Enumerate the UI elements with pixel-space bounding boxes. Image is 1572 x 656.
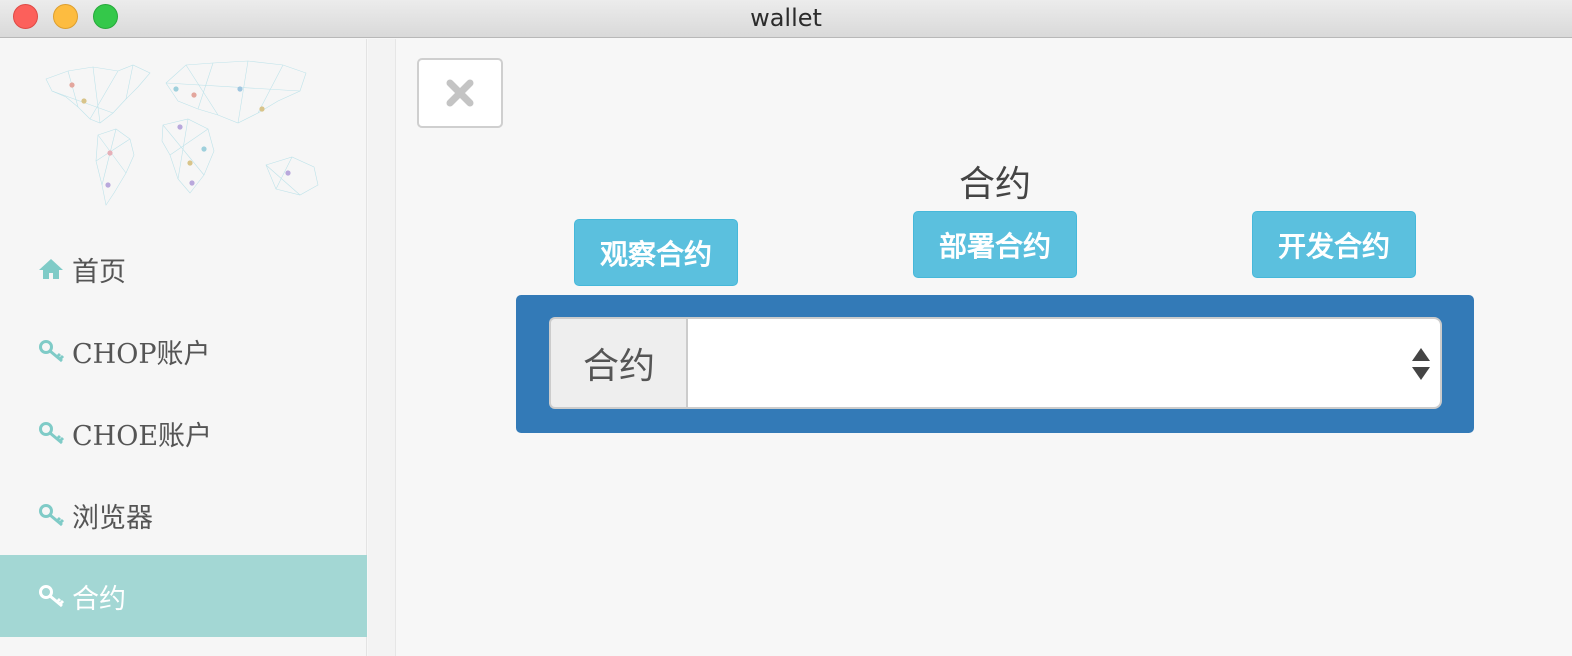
sidebar-divider bbox=[368, 39, 396, 656]
sidebar-item-home[interactable]: 首页 bbox=[0, 228, 367, 310]
close-icon bbox=[446, 79, 474, 107]
sidebar-item-chop-account[interactable]: CHOP账户 bbox=[0, 310, 367, 392]
home-icon bbox=[38, 255, 68, 283]
window-titlebar: wallet bbox=[0, 0, 1572, 38]
sidebar-item-browser[interactable]: 浏览器 bbox=[0, 474, 367, 556]
contract-field-label: 合约 bbox=[549, 317, 687, 409]
develop-contract-button[interactable]: 开发合约 bbox=[1252, 211, 1416, 278]
contract-select-panel: 合约 bbox=[516, 295, 1474, 433]
sidebar: 首页 CHOP账户 CHOE账户 浏览器 合约 bbox=[0, 39, 367, 656]
sidebar-item-label: 合约 bbox=[72, 583, 126, 615]
sidebar-item-choe-account[interactable]: CHOE账户 bbox=[0, 392, 367, 474]
sidebar-item-label: 首页 bbox=[72, 256, 126, 288]
select-updown-icon bbox=[1412, 348, 1430, 380]
sidebar-item-contract[interactable]: 合约 bbox=[0, 555, 367, 637]
sidebar-item-label: CHOP账户 bbox=[72, 338, 211, 370]
key-icon bbox=[38, 337, 68, 365]
deploy-contract-button[interactable]: 部署合约 bbox=[913, 211, 1077, 278]
close-button[interactable] bbox=[417, 58, 503, 128]
key-icon bbox=[38, 582, 68, 610]
sidebar-item-label: 浏览器 bbox=[72, 502, 153, 534]
contract-select[interactable] bbox=[686, 317, 1442, 409]
key-icon bbox=[38, 419, 68, 447]
sidebar-item-label: CHOE账户 bbox=[72, 420, 213, 452]
world-map-logo bbox=[45, 60, 319, 206]
key-icon bbox=[38, 501, 68, 529]
observe-contract-button[interactable]: 观察合约 bbox=[574, 219, 738, 286]
window-title: wallet bbox=[750, 4, 822, 32]
page-title: 合约 bbox=[958, 164, 1031, 205]
